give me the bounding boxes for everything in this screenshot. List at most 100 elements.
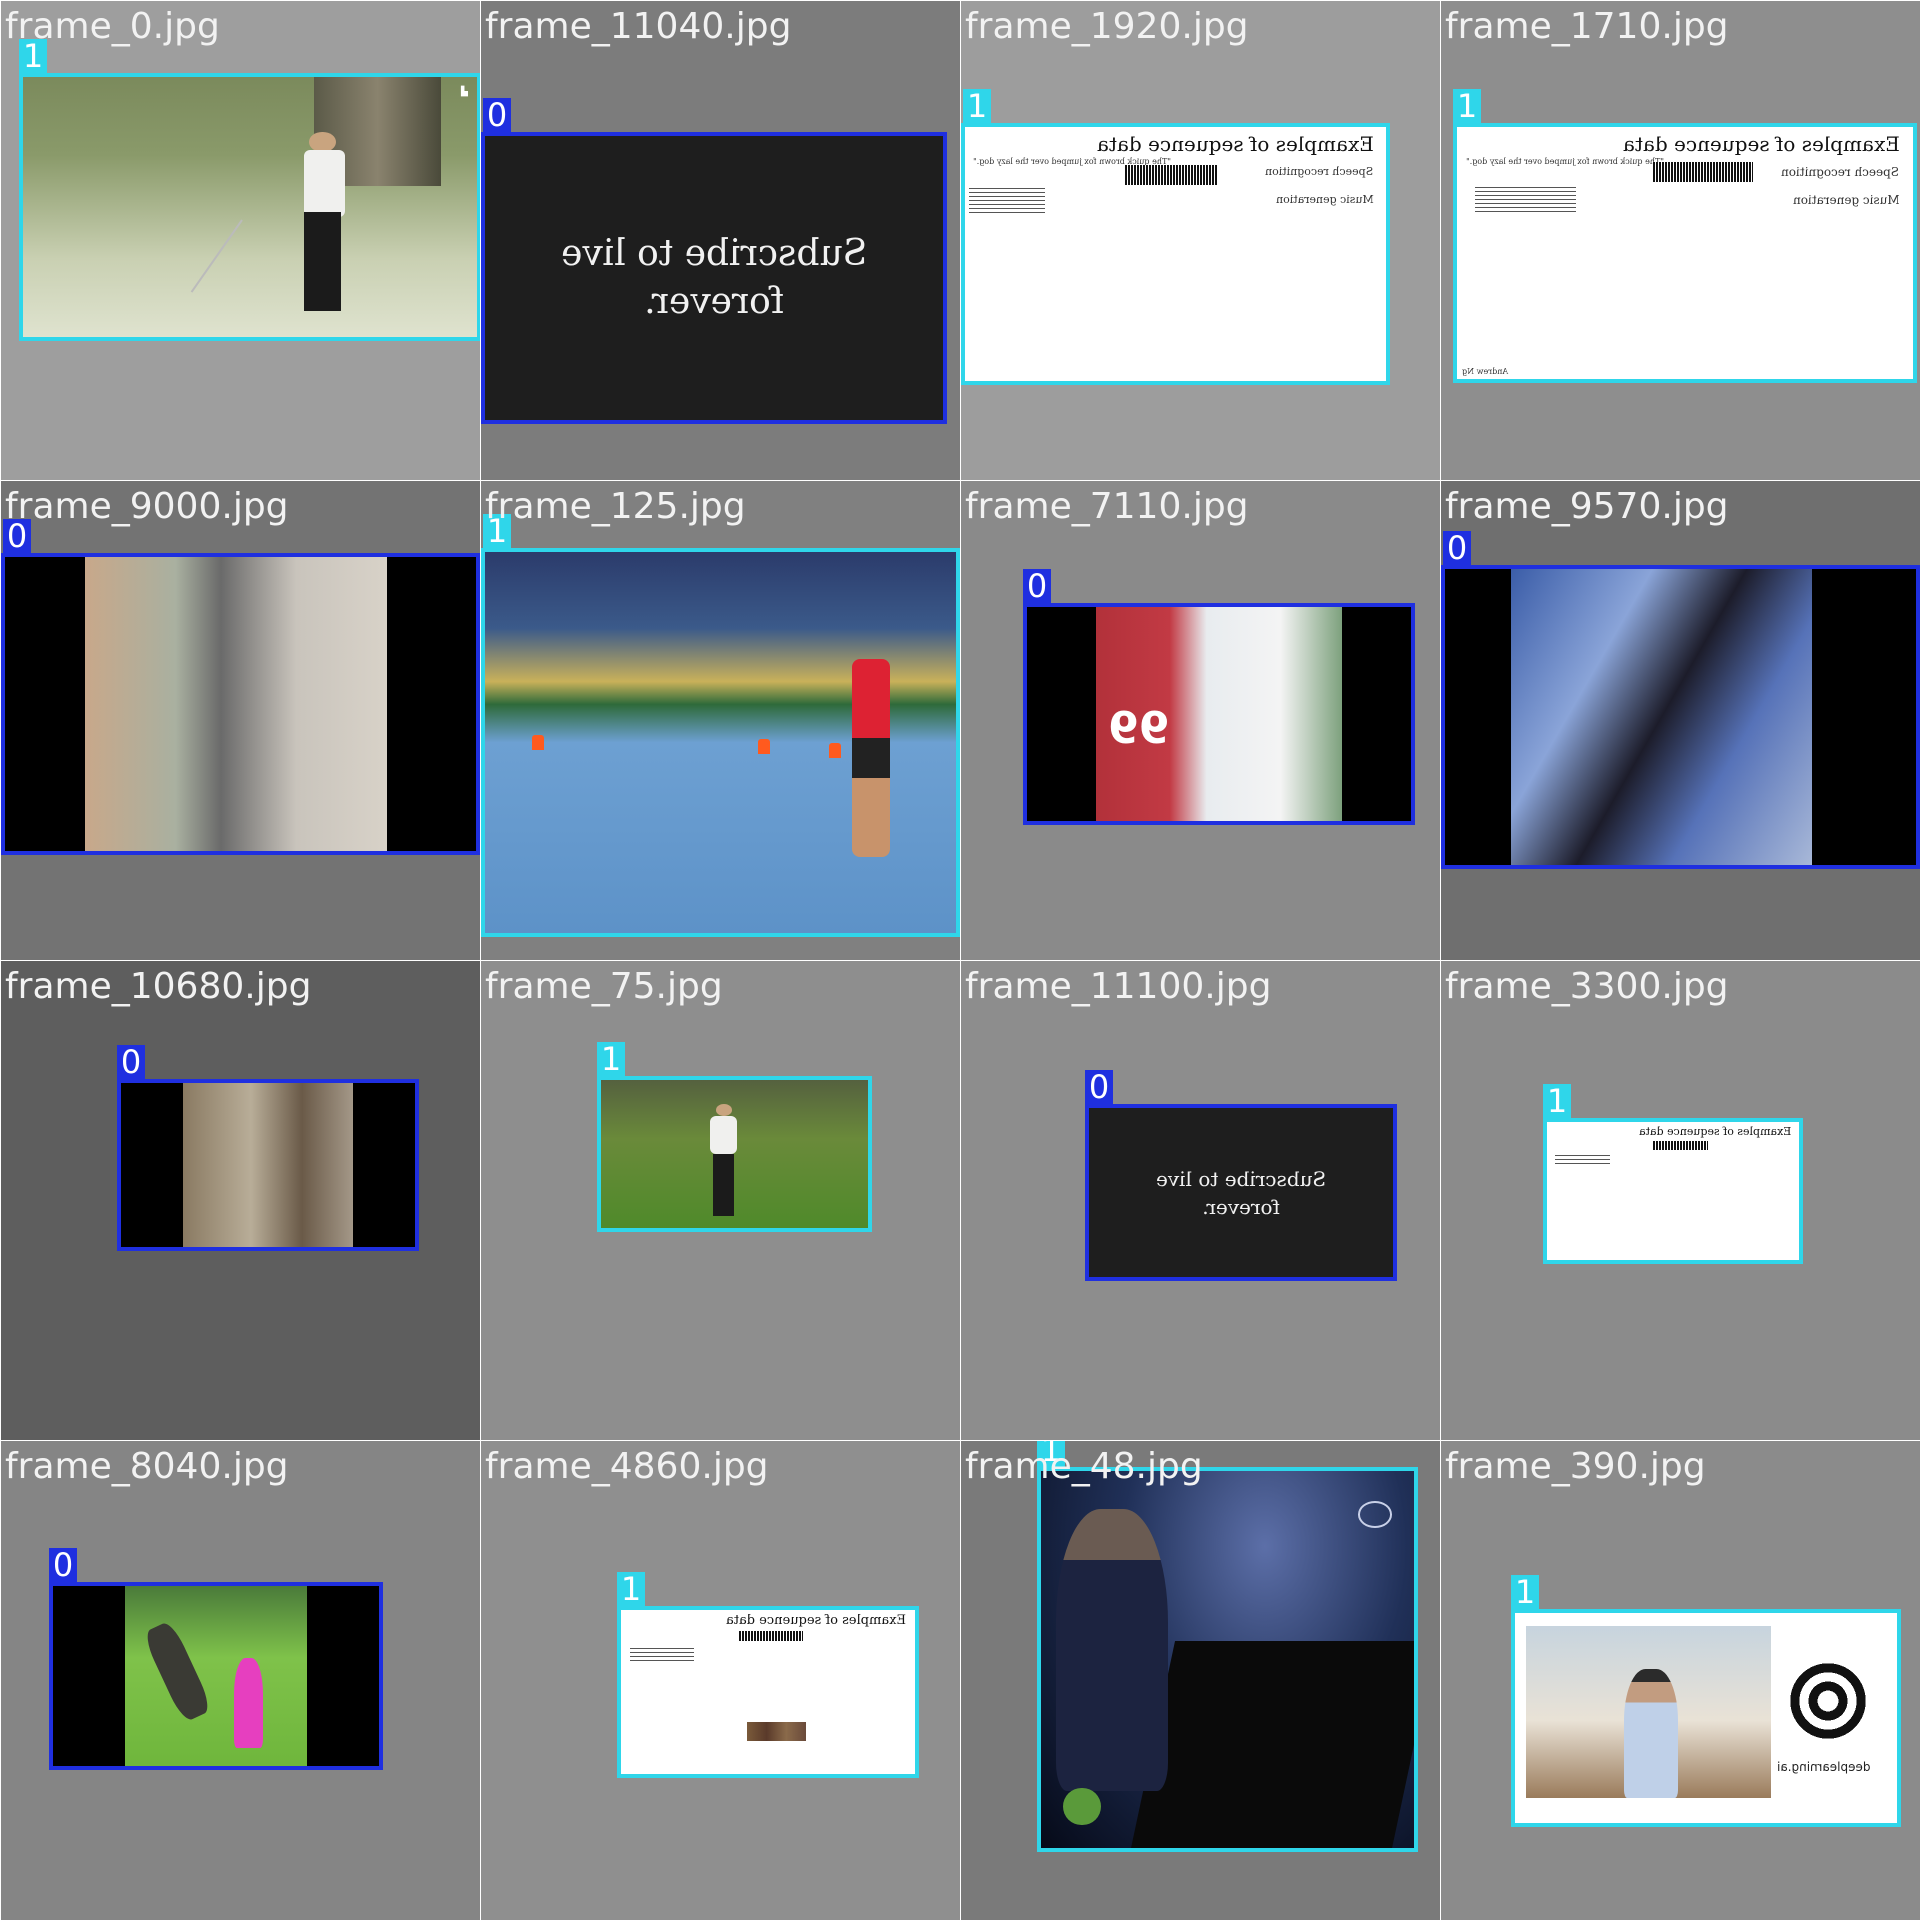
class-label: 0 xyxy=(117,1045,145,1079)
grid-cell: frame_1710.jpg 1 Examples of sequence da… xyxy=(1441,1,1920,480)
golf-club xyxy=(190,219,243,293)
slide-text-line1: Subscribe to live xyxy=(1155,1166,1327,1191)
slide-text-line1: Subscribe to live xyxy=(560,233,868,274)
track-cone xyxy=(532,734,544,751)
video-frame-thumbnail xyxy=(5,557,476,851)
grid-cell: frame_11100.jpg 0 Subscribe to live fore… xyxy=(961,961,1440,1440)
class-label: 1 xyxy=(963,89,991,123)
class-label: 0 xyxy=(49,1548,77,1582)
lecturer-figure xyxy=(1624,1668,1679,1798)
deeplearning-logo-icon xyxy=(1782,1655,1875,1747)
pianist-figure xyxy=(1055,1508,1168,1792)
class-label: 1 xyxy=(597,1042,625,1076)
cell-filename: frame_390.jpg xyxy=(1445,1446,1706,1487)
video-content xyxy=(182,1083,354,1247)
grid-cell: frame_48.jpg 1 xyxy=(961,1441,1440,1920)
golfer-head xyxy=(715,1103,732,1116)
cell-filename: frame_11040.jpg xyxy=(485,6,792,47)
video-frame-thumbnail: Examples of sequence data xyxy=(1547,1122,1799,1260)
grid-cell: frame_4860.jpg 1 Examples of sequence da… xyxy=(481,1441,960,1920)
cell-filename: frame_75.jpg xyxy=(485,966,723,1007)
audio-waveform xyxy=(1124,165,1218,186)
cell-filename: frame_4860.jpg xyxy=(485,1446,769,1487)
slide-title: Examples of sequence data xyxy=(726,1613,907,1629)
video-frame-thumbnail xyxy=(1041,1471,1414,1848)
grid-cell: frame_0.jpg 1 ▙ xyxy=(1,1,480,480)
lecture-photo xyxy=(1526,1625,1771,1798)
person-figure xyxy=(141,1619,214,1724)
slide-text: Subscribe to live forever. xyxy=(561,230,867,326)
detection-box: 1 Examples of sequence data xyxy=(1543,1084,1803,1264)
music-staff xyxy=(629,1647,695,1661)
slide-row: Speech recognition xyxy=(1265,165,1374,179)
detection-box: 0 xyxy=(49,1548,383,1770)
audio-waveform xyxy=(1652,1141,1709,1150)
video-frame-thumbnail xyxy=(121,1083,415,1247)
cell-filename: frame_9000.jpg xyxy=(5,486,289,527)
detection-box: 0 xyxy=(1441,531,1920,869)
grid-cell: frame_75.jpg 1 xyxy=(481,961,960,1440)
detection-box: 0 Subscribe to live forever. xyxy=(1085,1070,1397,1281)
golfer-legs xyxy=(304,212,341,311)
slide-title: Examples of sequence data xyxy=(1096,132,1374,157)
video-frame-thumbnail: Subscribe to live forever. xyxy=(485,136,943,420)
golfer-body xyxy=(304,149,346,218)
music-staff xyxy=(969,187,1045,214)
brand-text: deeplearning.ai xyxy=(1776,1760,1871,1774)
frame-grid: frame_0.jpg 1 ▙ frame_11040.jpg 0 Subscr… xyxy=(0,0,1920,1920)
music-staff xyxy=(1475,187,1576,213)
slide-text-line2: forever. xyxy=(1202,1194,1280,1219)
class-label: 1 xyxy=(1543,1084,1571,1118)
video-frame-thumbnail xyxy=(601,1080,868,1228)
detection-box: 1 Examples of sequence data Speech recog… xyxy=(961,89,1390,385)
class-label: 1 xyxy=(1453,89,1481,123)
detection-box: 0 99 xyxy=(1023,569,1415,825)
class-label: 0 xyxy=(1085,1070,1113,1104)
tour-logo-icon: ▙ xyxy=(461,87,468,98)
cell-filename: frame_9570.jpg xyxy=(1445,486,1729,527)
grid-cell: frame_9000.jpg 0 xyxy=(1,481,480,960)
class-label: 0 xyxy=(483,98,511,132)
badge-logo-icon xyxy=(1063,1788,1101,1826)
cell-filename: frame_8040.jpg xyxy=(5,1446,289,1487)
jersey-number: 99 xyxy=(1108,703,1170,755)
video-frame-thumbnail: Examples of sequence data Speech recogni… xyxy=(1457,127,1913,379)
detection-box: 1 Examples of sequence data xyxy=(617,1572,919,1778)
track-cone xyxy=(828,742,841,758)
video-content xyxy=(124,1586,308,1766)
detection-box: 1 ▙ xyxy=(19,39,480,341)
piano-shape xyxy=(1130,1640,1414,1848)
golfer-body xyxy=(710,1115,738,1154)
cell-filename: frame_48.jpg xyxy=(965,1446,1203,1487)
cell-filename: frame_125.jpg xyxy=(485,486,746,527)
video-frame-thumbnail xyxy=(1445,569,1916,865)
slide-footer: Andrew Ng xyxy=(1461,367,1508,377)
detection-box: 1 xyxy=(1037,1441,1418,1852)
detection-box: 1 xyxy=(597,1042,872,1232)
grid-cell: frame_11040.jpg 0 Subscribe to live fore… xyxy=(481,1,960,480)
video-frame-thumbnail xyxy=(53,1586,379,1766)
video-strip-icon xyxy=(747,1721,807,1742)
slide-quote: "The quick brown fox jumped over the laz… xyxy=(1466,157,1665,167)
slide-row: Music generation xyxy=(1792,192,1900,207)
grid-cell: frame_9570.jpg 0 xyxy=(1441,481,1920,960)
grid-cell: frame_390.jpg 1 deeplearning.ai xyxy=(1441,1441,1920,1920)
video-frame-thumbnail: Subscribe to live forever. xyxy=(1089,1108,1393,1277)
music-staff xyxy=(1554,1155,1610,1167)
channel-logo-icon xyxy=(1357,1501,1392,1528)
person-figure xyxy=(234,1658,264,1748)
video-content xyxy=(85,557,387,851)
grid-cell: frame_1920.jpg 1 Examples of sequence da… xyxy=(961,1,1440,480)
slide-title: Examples of sequence data xyxy=(1639,1124,1792,1138)
grid-cell: frame_125.jpg 1 xyxy=(481,481,960,960)
grid-cell: frame_3300.jpg 1 Examples of sequence da… xyxy=(1441,961,1920,1440)
slide-text-line2: forever. xyxy=(644,281,784,322)
athlete-figure xyxy=(852,658,891,857)
detection-box: 0 xyxy=(1,519,480,855)
detection-box: 1 deeplearning.ai xyxy=(1511,1575,1901,1827)
cell-filename: frame_11100.jpg xyxy=(965,966,1272,1007)
audio-waveform xyxy=(1653,162,1754,183)
class-label: 0 xyxy=(1023,569,1051,603)
detection-box: 0 Subscribe to live forever. xyxy=(481,98,947,424)
detection-box: 1 xyxy=(481,514,960,937)
